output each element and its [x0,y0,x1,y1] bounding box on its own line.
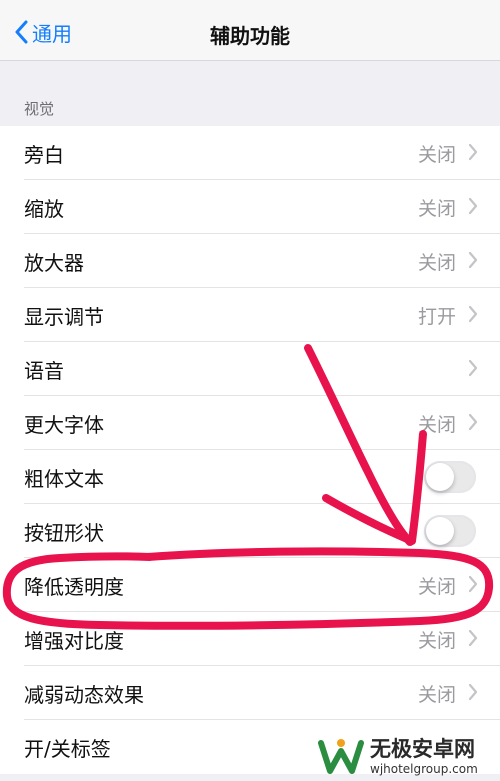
row-speech[interactable]: 语音 [0,342,500,396]
bold-text-toggle[interactable] [424,461,476,493]
row-label: 减弱动态效果 [24,682,144,707]
row-value: 关闭 [417,575,456,598]
page-title: 辅助功能 [210,24,290,48]
row-label: 按钮形状 [24,520,104,545]
chevron-right-icon [468,359,478,377]
row-label: 语音 [24,358,64,383]
row-label: 降低透明度 [24,574,124,599]
settings-list: 旁白 关闭 缩放 关闭 放大器 关闭 显示调节 打开 语音 更大字体 关闭 粗体… [0,126,500,774]
row-reduce-motion[interactable]: 减弱动态效果 关闭 [0,666,500,720]
row-label: 旁白 [24,142,64,167]
chevron-right-icon [468,413,478,431]
row-label: 显示调节 [24,304,104,329]
row-increase-contrast[interactable]: 增强对比度 关闭 [0,612,500,666]
row-value: 关闭 [417,251,456,274]
row-larger-text[interactable]: 更大字体 关闭 [0,396,500,450]
row-value: 关闭 [417,683,456,706]
chevron-right-icon [468,305,478,323]
watermark: 无极安卓网 wjhotelgroup.com [318,733,500,781]
toggle-knob [426,463,454,491]
watermark-url: wjhotelgroup.com [370,762,478,776]
toggle-knob [426,517,454,545]
row-magnifier[interactable]: 放大器 关闭 [0,234,500,288]
chevron-right-icon [468,575,478,593]
button-shapes-toggle[interactable] [424,515,476,547]
row-value: 关闭 [417,629,456,652]
row-label: 更大字体 [24,412,104,437]
watermark-name: 无极安卓网 [370,737,475,761]
chevron-right-icon [468,683,478,701]
chevron-right-icon [468,197,478,215]
row-value: 关闭 [417,197,456,220]
row-button-shapes: 按钮形状 [0,504,500,558]
row-label: 开/关标签 [24,736,111,761]
row-value: 关闭 [417,143,456,166]
row-value: 打开 [417,305,456,328]
row-label: 粗体文本 [24,466,104,491]
row-voiceover[interactable]: 旁白 关闭 [0,126,500,180]
row-label: 缩放 [24,196,64,221]
row-display-accommodations[interactable]: 显示调节 打开 [0,288,500,342]
row-reduce-transparency[interactable]: 降低透明度 关闭 [0,558,500,612]
chevron-right-icon [468,251,478,269]
row-bold-text: 粗体文本 [0,450,500,504]
row-label: 增强对比度 [24,628,124,653]
row-zoom[interactable]: 缩放 关闭 [0,180,500,234]
row-label: 放大器 [24,250,84,275]
chevron-right-icon [468,143,478,161]
navigation-bar: 通用 辅助功能 [0,0,500,61]
section-header-vision: 视觉 [24,100,55,118]
row-value: 关闭 [417,413,456,436]
watermark-logo-icon [318,739,364,774]
chevron-right-icon [468,629,478,647]
